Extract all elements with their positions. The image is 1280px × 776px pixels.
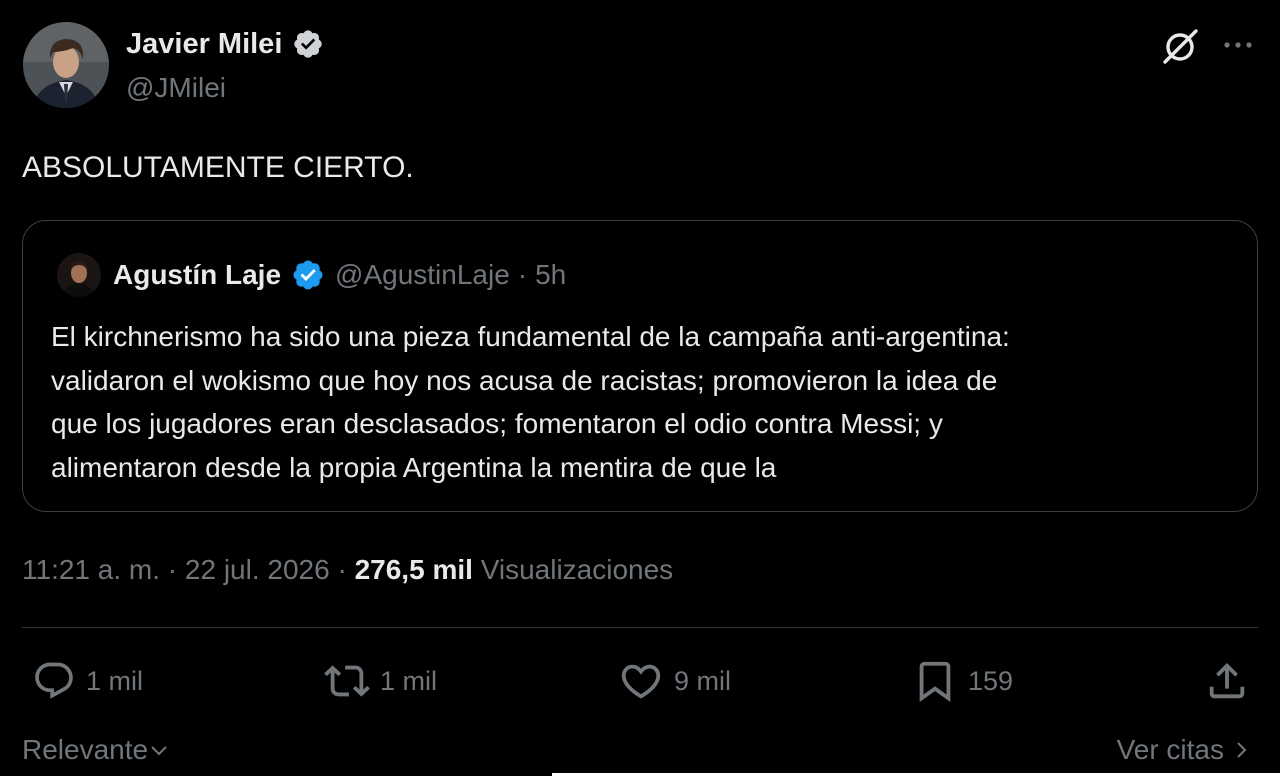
- bookmark-icon: [919, 661, 951, 702]
- more-icon[interactable]: [1222, 38, 1254, 52]
- views-count: 276,5 mil: [354, 554, 473, 585]
- sort-dropdown[interactable]: Relevante: [22, 730, 170, 770]
- tweet-text: ABSOLUTAMENTE CIERTO.: [22, 151, 414, 184]
- quoted-text-line: validaron el wokismo que hoy nos acusa d…: [51, 364, 998, 396]
- meta-separator: ·: [167, 554, 178, 585]
- repost-button[interactable]: 1 mil: [324, 656, 437, 706]
- quoted-author-name[interactable]: Agustín Laje: [113, 255, 281, 295]
- quoted-header: Agustín Laje @AgustinLaje · 5h: [113, 255, 566, 295]
- tweet: Javier Milei @JMilei ABSOLUTAMENTE CIERT…: [0, 0, 1280, 776]
- view-quotes-link[interactable]: Ver citas: [1117, 730, 1252, 770]
- views-label: Visualizaciones: [480, 554, 674, 585]
- quoted-author-handle[interactable]: @AgustinLaje: [335, 255, 510, 295]
- quoted-tweet[interactable]: Agustín Laje @AgustinLaje · 5h El kirchn…: [22, 220, 1258, 512]
- share-button[interactable]: [1204, 656, 1250, 706]
- author-name-text[interactable]: Javier Milei: [126, 24, 282, 64]
- reply-icon: [35, 662, 73, 699]
- like-icon: [621, 664, 661, 699]
- reply-count: 1 mil: [86, 665, 144, 696]
- grok-icon[interactable]: [1160, 26, 1200, 66]
- bookmark-count: 159: [968, 665, 1014, 696]
- sort-label: Relevante: [22, 734, 149, 765]
- meta-separator: ·: [337, 554, 347, 585]
- repost-icon: [324, 665, 370, 697]
- author-name[interactable]: Javier Milei: [126, 24, 324, 64]
- author-handle[interactable]: @JMilei: [126, 70, 226, 106]
- like-count: 9 mil: [674, 665, 732, 696]
- divider: [22, 627, 1258, 628]
- quoted-text-line: El kirchnerismo ha sido una pieza fundam…: [51, 321, 1010, 352]
- quoted-text: El kirchnerismo ha sido una pieza fundam…: [51, 315, 1241, 489]
- quoted-separator: ·: [517, 259, 528, 290]
- tweet-time[interactable]: 11:21 a. m.: [22, 554, 160, 585]
- like-button[interactable]: 9 mil: [618, 656, 731, 706]
- tweet-date[interactable]: 22 jul. 2026: [185, 554, 330, 585]
- tweet-meta: 11:21 a. m. · 22 jul. 2026 · 276,5 mil V…: [22, 550, 673, 590]
- view-quotes-label: Ver citas: [1116, 734, 1224, 765]
- chevron-right-icon: [1237, 742, 1247, 758]
- verified-icon: [294, 30, 323, 58]
- quoted-timestamp[interactable]: 5h: [535, 255, 566, 295]
- author-avatar[interactable]: [23, 22, 109, 108]
- quoted-text-line: alimentaron desde la propia Argentina la…: [51, 451, 777, 483]
- verified-icon: [293, 260, 323, 290]
- reply-button[interactable]: 1 mil: [32, 656, 143, 706]
- quoted-author-avatar[interactable]: [57, 253, 101, 297]
- bookmark-button[interactable]: 159: [912, 656, 1013, 706]
- quoted-text-line: que los jugadores eran desclasados; fome…: [51, 408, 943, 439]
- share-icon: [1209, 662, 1245, 699]
- chevron-down-icon: [151, 746, 167, 756]
- repost-count: 1 mil: [380, 665, 438, 696]
